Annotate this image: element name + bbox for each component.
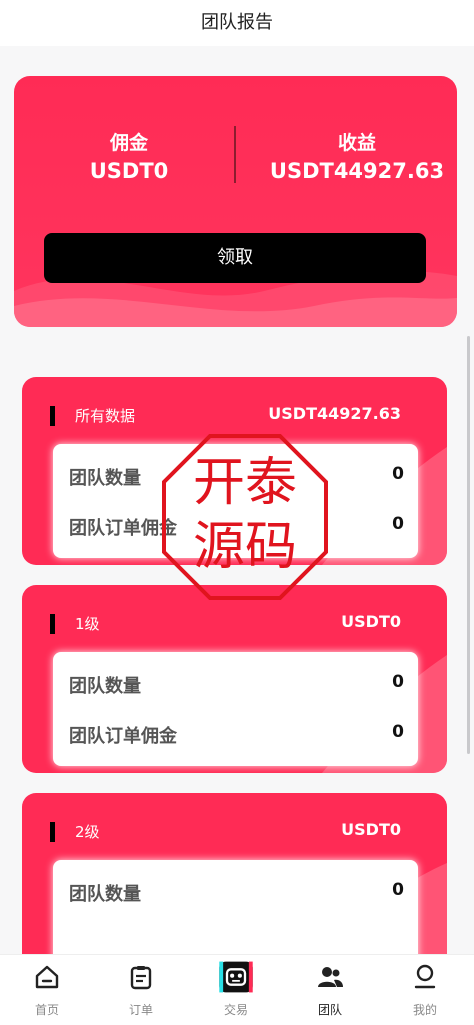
income-block: 收益 USDT44927.63: [257, 128, 457, 183]
tab-team[interactable]: 团队: [283, 955, 377, 1025]
stat-label: 团队数量: [69, 884, 141, 905]
stat-value: 0: [392, 514, 404, 534]
stat-value: 0: [392, 672, 404, 692]
card-header: 2级 USDT0: [22, 793, 447, 861]
income-label: 收益: [337, 132, 376, 154]
tab-home[interactable]: 首页: [0, 955, 94, 1025]
card-stats: 团队数量 0: [53, 860, 418, 954]
card-title: 1级: [75, 615, 100, 633]
stat-row-team-count: 团队数量 0: [69, 672, 404, 702]
tab-orders[interactable]: 订单: [94, 955, 188, 1025]
stat-value: 0: [392, 722, 404, 742]
commission-label: 佣金: [109, 132, 148, 154]
tab-label: 团队: [317, 1003, 342, 1017]
clipboard-icon: [130, 966, 152, 990]
card-marker: [50, 614, 55, 634]
tab-label: 首页: [34, 1003, 59, 1017]
income-value: USDT44927.63: [269, 159, 445, 183]
team-icon: [318, 967, 343, 987]
watermark-line-2: 源码: [193, 517, 297, 577]
claim-button[interactable]: 领取: [44, 233, 426, 283]
stat-label: 团队订单佣金: [69, 726, 177, 747]
commission-block: 佣金 USDT0: [29, 128, 229, 183]
page-title: 团队报告: [201, 12, 273, 33]
card-amount: USDT0: [341, 820, 401, 839]
user-icon: [414, 964, 436, 989]
stat-value: 0: [392, 464, 404, 484]
stat-row-team-count: 团队数量 0: [69, 880, 404, 910]
tab-mine[interactable]: 我的: [378, 955, 472, 1025]
tab-label: 我的: [412, 1003, 437, 1017]
tab-trade[interactable]: 交易: [189, 955, 283, 1025]
summary-card: 佣金 USDT0 收益 USDT44927.63 领取: [14, 76, 457, 327]
summary-wave-decoration: [14, 271, 457, 327]
watermark-line-1: 开泰: [193, 453, 297, 513]
stat-row-team-commission: 团队订单佣金 0: [69, 722, 404, 752]
scrollbar[interactable]: [467, 336, 470, 754]
card-level-2: 2级 USDT0 团队数量 0: [22, 793, 447, 954]
card-level-1: 1级 USDT0 团队数量 0 团队订单佣金 0: [22, 585, 447, 773]
tab-label: 订单: [128, 1003, 153, 1017]
card-marker: [50, 822, 55, 842]
page-header: 团队报告: [0, 0, 474, 46]
card-amount: USDT0: [341, 612, 401, 631]
card-amount: USDT44927.63: [268, 404, 401, 423]
card-title: 2级: [75, 823, 100, 841]
commission-value: USDT0: [89, 159, 169, 183]
stat-value: 0: [392, 880, 404, 900]
stat-label: 团队数量: [69, 676, 141, 697]
card-marker: [50, 406, 55, 426]
stat-label: 团队数量: [69, 468, 141, 489]
card-stats: 团队数量 0 团队订单佣金 0: [53, 652, 418, 766]
watermark-stamp: 开泰 源码: [162, 434, 328, 600]
summary-divider: [234, 126, 236, 183]
home-icon: [35, 965, 59, 989]
robot-icon: [219, 961, 253, 993]
tab-label: 交易: [223, 1003, 248, 1017]
bottom-tab-bar: 首页 订单 交易 团队 我的: [0, 954, 474, 1025]
card-title: 所有数据: [75, 407, 136, 425]
